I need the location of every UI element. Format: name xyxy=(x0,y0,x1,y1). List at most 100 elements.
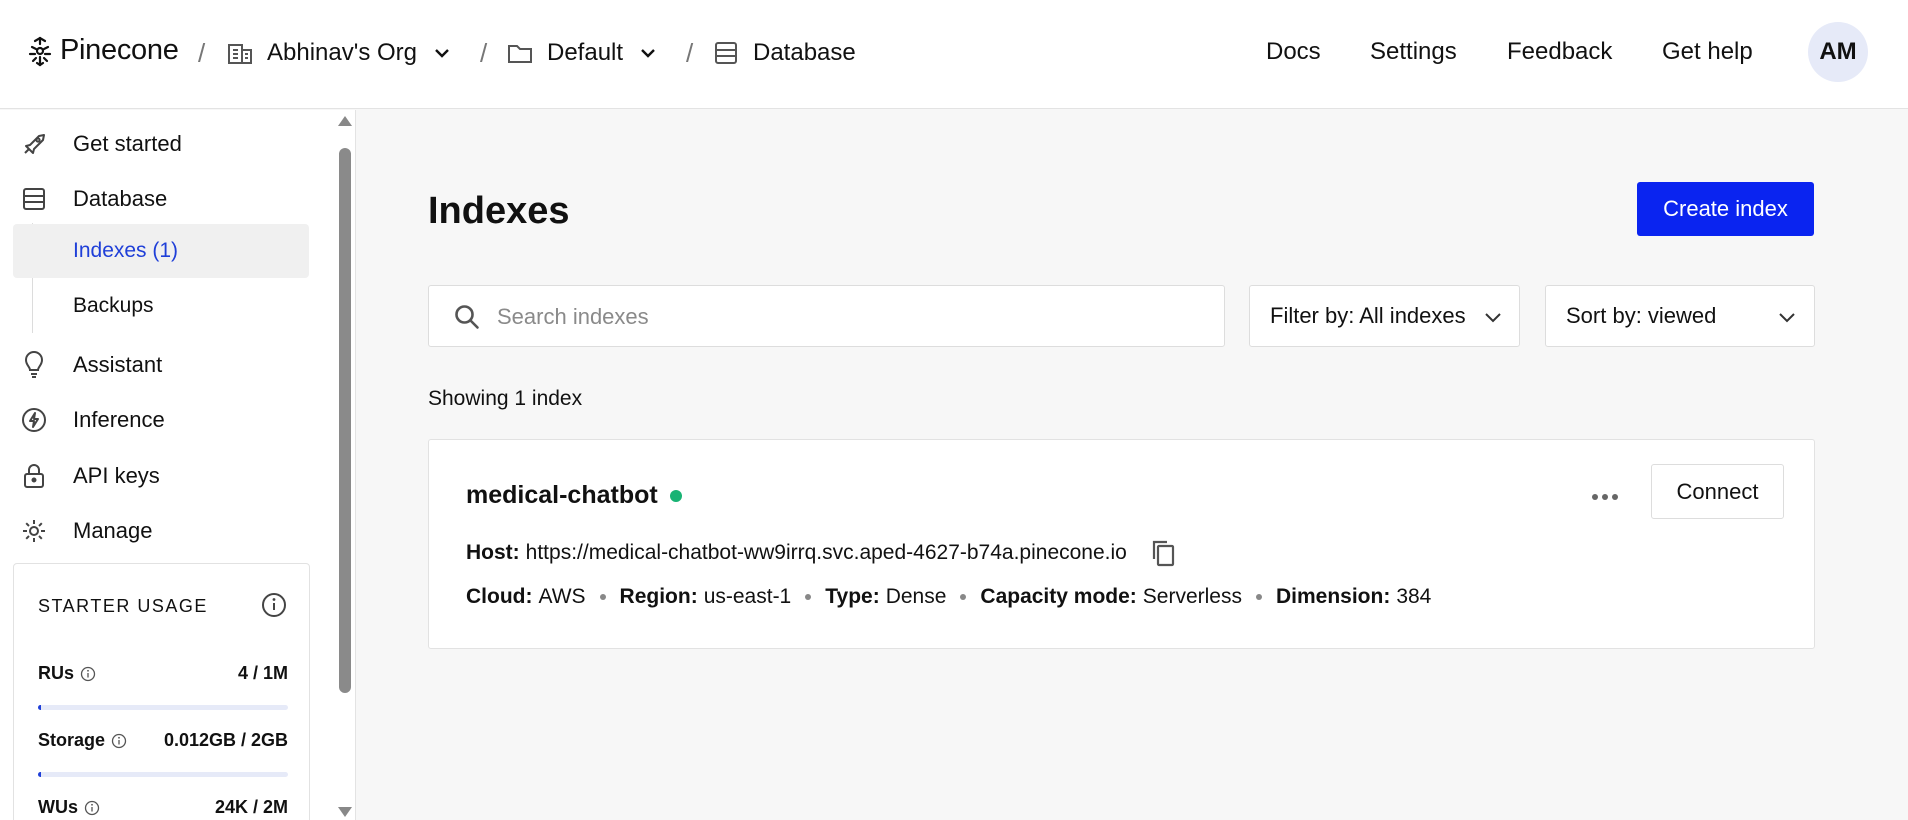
database-icon xyxy=(715,42,737,64)
database-icon xyxy=(23,188,45,210)
meta-value: us-east-1 xyxy=(703,585,792,608)
sidebar-item-database[interactable]: Database xyxy=(0,177,320,221)
more-dot xyxy=(1612,494,1618,500)
meta-label: Dimension: xyxy=(1275,585,1391,608)
results-count: Showing 1 index xyxy=(428,387,583,410)
sidebar-item-get-started[interactable]: Get started xyxy=(0,122,320,166)
folder-icon xyxy=(508,45,532,63)
usage-title: STARTER USAGE xyxy=(38,596,208,616)
meta-value: Serverless xyxy=(1142,585,1242,608)
chevron-down-icon xyxy=(641,49,655,58)
more-options-button[interactable] xyxy=(1581,481,1629,513)
usage-value: 0.012GB / 2GB xyxy=(163,730,288,750)
scroll-down-arrow[interactable] xyxy=(338,807,352,817)
sort-label: Sort by: viewed xyxy=(1566,303,1717,328)
scroll-up-arrow[interactable] xyxy=(338,116,352,126)
sidebar-item-manage[interactable]: Manage xyxy=(0,509,320,553)
nav-get-help[interactable]: Get help xyxy=(1662,38,1753,66)
brand-name: Pinecone xyxy=(60,34,179,66)
meta-separator xyxy=(805,594,812,600)
building-icon xyxy=(228,44,252,64)
usage-name: WUs xyxy=(38,797,78,817)
info-icon[interactable] xyxy=(80,666,96,682)
breadcrumb-project-label: Default xyxy=(547,39,624,66)
sidebar-item-label: Backups xyxy=(73,294,154,317)
sidebar-item-assistant[interactable]: Assistant xyxy=(0,343,320,387)
sort-dropdown[interactable]: Sort by: viewed xyxy=(1545,285,1815,347)
rocket-icon xyxy=(24,134,45,154)
sidebar-item-indexes[interactable]: Indexes (1) xyxy=(13,224,309,278)
bolt-icon xyxy=(22,408,46,432)
sidebar-scrollbar-thumb[interactable] xyxy=(339,148,351,693)
more-dot xyxy=(1602,494,1608,500)
search-icon xyxy=(455,305,479,329)
usage-bar-rus xyxy=(38,705,288,710)
meta-label: Type: xyxy=(825,585,880,608)
nav-settings[interactable]: Settings xyxy=(1370,38,1457,66)
usage-name: Storage xyxy=(38,730,106,750)
index-host: Host: https://medical-chatbot-ww9irrq.sv… xyxy=(466,538,1177,568)
sidebar-item-label: Database xyxy=(73,186,168,211)
search-input[interactable] xyxy=(497,298,1197,336)
breadcrumb-separator: / xyxy=(198,37,206,68)
breadcrumb-database[interactable]: Database xyxy=(712,36,856,70)
chevron-down-icon xyxy=(1779,313,1795,323)
lock-icon xyxy=(24,464,44,488)
chevron-down-icon xyxy=(435,49,449,58)
meta-separator xyxy=(960,594,967,600)
pinecone-logo[interactable]: Pinecone xyxy=(24,34,179,67)
sidebar-item-label: Inference xyxy=(73,407,165,432)
index-metadata: Cloud: AWS Region: us-east-1 Type: Dense Ca… xyxy=(466,585,1431,609)
pinecone-logo-icon xyxy=(28,36,52,66)
usage-value: 4 / 1M xyxy=(237,663,288,683)
meta-label: Region: xyxy=(619,585,698,608)
meta-label: Cloud: xyxy=(466,585,533,608)
breadcrumb-org[interactable]: Abhinav's Org xyxy=(226,36,453,70)
status-indicator xyxy=(669,489,682,502)
breadcrumb-separator: / xyxy=(686,37,694,68)
breadcrumb-org-label: Abhinav's Org xyxy=(267,39,417,66)
starter-usage-panel: STARTER USAGE RUs 4 / 1M Storage 0.012GB… xyxy=(13,563,310,820)
breadcrumb-project[interactable]: Default xyxy=(506,36,659,70)
info-icon[interactable] xyxy=(260,591,288,619)
breadcrumb-separator: / xyxy=(480,37,488,68)
usage-name: RUs xyxy=(38,663,75,683)
meta-separator xyxy=(599,594,606,600)
create-index-button[interactable]: Create index xyxy=(1637,182,1814,236)
avatar[interactable]: AM xyxy=(1808,22,1868,82)
usage-bar-storage xyxy=(38,772,288,777)
sidebar-item-api-keys[interactable]: API keys xyxy=(0,454,320,498)
top-bar: Pinecone / Abhinav's Org / Default / Dat… xyxy=(0,0,1908,109)
meta-separator xyxy=(1255,594,1262,600)
index-card[interactable]: medical-chatbot Connect Host: https://me… xyxy=(428,439,1815,649)
index-name[interactable]: medical-chatbot xyxy=(466,481,682,510)
page-title: Indexes xyxy=(428,190,570,232)
connect-button[interactable]: Connect xyxy=(1651,464,1784,519)
meta-value: AWS xyxy=(538,585,586,608)
host-label: Host: xyxy=(466,541,520,564)
more-dot xyxy=(1592,494,1598,500)
search-box xyxy=(428,285,1225,347)
chevron-down-icon xyxy=(1485,313,1501,323)
lightbulb-icon xyxy=(24,351,44,378)
sidebar-item-label: Indexes (1) xyxy=(73,239,179,262)
nav-feedback[interactable]: Feedback xyxy=(1507,38,1612,66)
sidebar-item-label: Assistant xyxy=(73,352,163,377)
filter-label: Filter by: All indexes xyxy=(1270,303,1466,328)
sidebar-item-label: Manage xyxy=(73,518,153,543)
info-icon[interactable] xyxy=(111,733,127,749)
usage-value: 24K / 2M xyxy=(214,797,288,817)
nav-docs[interactable]: Docs xyxy=(1266,38,1321,66)
sidebar-item-label: API keys xyxy=(73,463,160,488)
sidebar: Get started Database Indexes (1) Backups… xyxy=(0,110,356,820)
sidebar-item-inference[interactable]: Inference xyxy=(0,398,320,442)
sidebar-item-label: Get started xyxy=(73,131,182,156)
filter-dropdown[interactable]: Filter by: All indexes xyxy=(1249,285,1520,347)
sidebar-item-backups[interactable]: Backups xyxy=(13,279,309,333)
gear-icon xyxy=(23,520,45,542)
copy-icon[interactable] xyxy=(1149,538,1177,568)
meta-value: 384 xyxy=(1396,585,1432,608)
breadcrumb-database-label: Database xyxy=(753,39,856,66)
meta-value: Dense xyxy=(885,585,947,608)
info-icon[interactable] xyxy=(84,800,100,816)
